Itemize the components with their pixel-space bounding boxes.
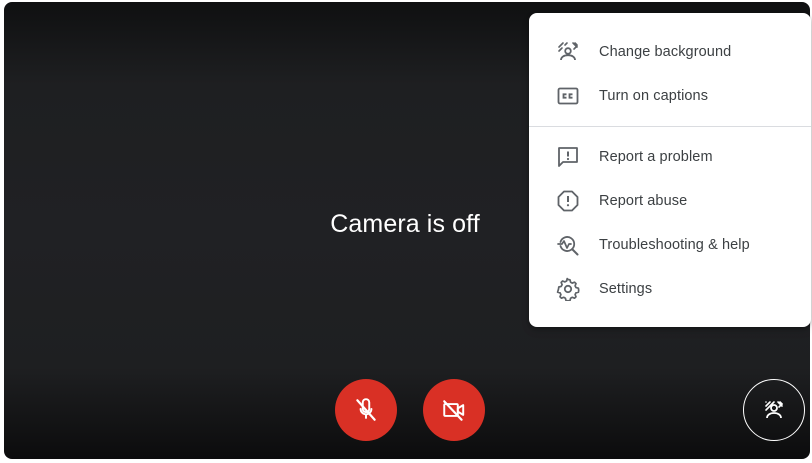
menu-item-label: Report a problem — [599, 149, 713, 165]
microphone-toggle-button[interactable] — [335, 379, 397, 441]
closed-caption-icon — [556, 84, 580, 108]
menu-item-label: Turn on captions — [599, 88, 709, 104]
mic-off-icon — [356, 398, 376, 421]
menu-divider — [529, 126, 811, 127]
menu-item-label: Troubleshooting & help — [599, 237, 750, 253]
background-effects-icon — [765, 401, 783, 419]
feedback-icon — [556, 145, 580, 169]
settings-gear-icon — [556, 277, 580, 301]
troubleshoot-icon — [556, 233, 580, 257]
background-effects-button[interactable] — [743, 379, 805, 441]
menu-item-label: Report abuse — [599, 193, 688, 209]
menu-item-report-abuse[interactable]: Report abuse — [529, 179, 811, 223]
menu-item-troubleshooting[interactable]: Troubleshooting & help — [529, 223, 811, 267]
report-icon — [556, 189, 580, 213]
camera-toggle-button[interactable] — [423, 379, 485, 441]
menu-item-change-background[interactable]: Change background — [529, 30, 811, 74]
menu-item-settings[interactable]: Settings — [529, 267, 811, 311]
videocam-off-icon — [443, 400, 465, 421]
menu-item-label: Change background — [599, 44, 732, 60]
menu-item-captions[interactable]: Turn on captions — [529, 74, 811, 118]
more-options-menu: Change background Turn on captions Repor… — [529, 13, 811, 327]
menu-item-report-problem[interactable]: Report a problem — [529, 135, 811, 179]
background-replace-icon — [556, 40, 580, 64]
menu-item-label: Settings — [599, 281, 653, 297]
